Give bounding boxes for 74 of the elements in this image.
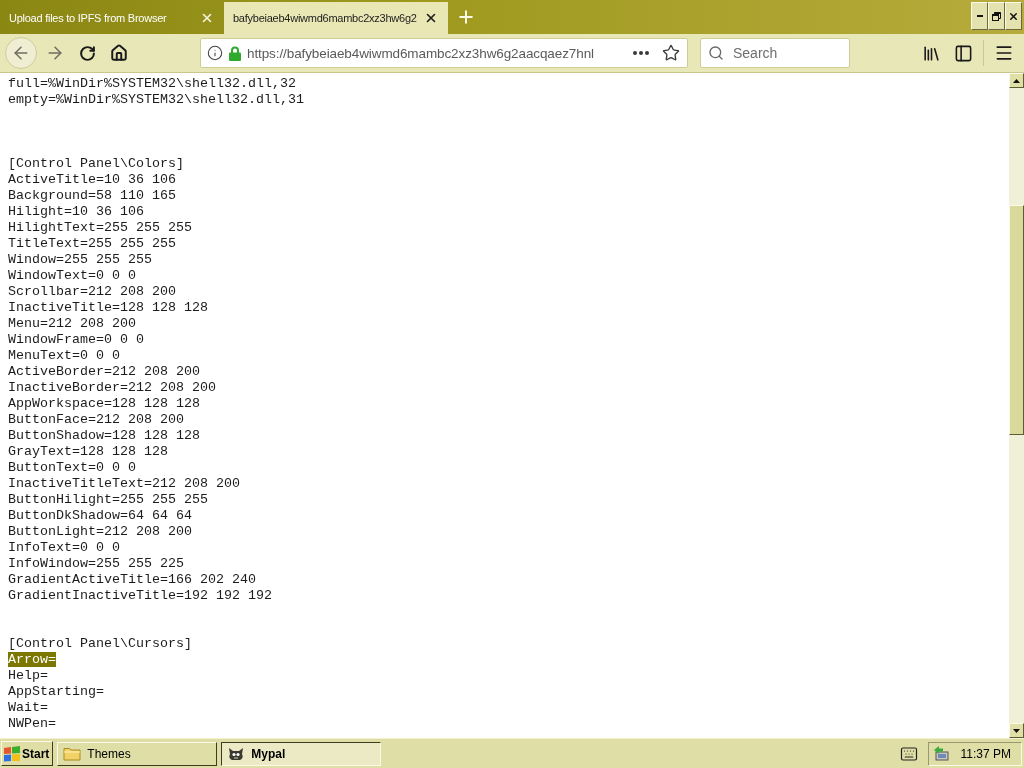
text-line: [Control Panel\Colors]	[8, 156, 184, 171]
text-line: ButtonText=0 0 0	[8, 460, 136, 475]
star-icon	[662, 44, 680, 62]
sidebar-icon	[953, 43, 973, 63]
text-line: empty=%WinDir%SYSTEM32\shell32.dll,31	[8, 92, 304, 107]
close-icon	[200, 11, 214, 25]
text-line: GradientActiveTitle=166 202 240	[8, 572, 256, 587]
text-line: MenuText=0 0 0	[8, 348, 120, 363]
url-text[interactable]: https://bafybeiaeb4wiwmd6mambc2xz3hw6g2aacqaez7hnl	[247, 45, 623, 61]
minimize-icon	[976, 15, 983, 17]
text-line: InactiveTitle=128 128 128	[8, 300, 208, 315]
text-line: ButtonLight=212 208 200	[8, 524, 192, 539]
info-icon[interactable]	[207, 45, 223, 61]
text-line: [Control Panel\Cursors]	[8, 636, 192, 651]
text-line: InactiveTitleText=212 208 200	[8, 476, 240, 491]
reload-icon	[78, 44, 96, 62]
text-line: HilightText=255 255 255	[8, 220, 192, 235]
close-button[interactable]	[1005, 2, 1022, 30]
text-line: WindowFrame=0 0 0	[8, 332, 144, 347]
windows-flag-icon	[4, 745, 20, 762]
text-line: AppWorkspace=128 128 128	[8, 396, 200, 411]
scrollbar-thumb[interactable]	[1009, 205, 1024, 435]
browser-tab[interactable]: Upload files to IPFS from Browser	[0, 2, 224, 34]
text-line: Scrollbar=212 208 200	[8, 284, 176, 299]
text-line: Window=255 255 255	[8, 252, 152, 267]
text-line: TitleText=255 255 255	[8, 236, 176, 251]
scroll-down-button[interactable]	[1009, 723, 1024, 738]
home-icon	[110, 44, 128, 62]
close-icon	[1008, 10, 1019, 22]
text-line: NWPen=	[8, 716, 56, 731]
text-line: Menu=212 208 200	[8, 316, 136, 331]
search-field[interactable]: Search	[700, 38, 850, 68]
back-button[interactable]	[5, 37, 37, 69]
minimize-button[interactable]	[971, 2, 988, 30]
browser-tab[interactable]: bafybeiaeb4wiwmd6mambc2xz3hw6g2	[224, 2, 448, 34]
text-line: WindowText=0 0 0	[8, 268, 136, 283]
folder-icon	[63, 746, 82, 761]
clock-text[interactable]: 11:37 PM	[960, 746, 1011, 761]
lock-icon	[229, 45, 241, 61]
text-line: GrayText=128 128 128	[8, 444, 168, 459]
text-line: InactiveBorder=212 208 200	[8, 380, 216, 395]
creature-icon	[227, 745, 246, 762]
menu-icon	[994, 43, 1014, 63]
text-line: ButtonShadow=128 128 128	[8, 428, 200, 443]
scroll-up-button[interactable]	[1009, 73, 1024, 88]
text-line: ButtonFace=212 208 200	[8, 412, 184, 427]
text-line: ButtonHilight=255 255 255	[8, 492, 208, 507]
address-bar[interactable]: https://bafybeiaeb4wiwmd6mambc2xz3hw6g2aacqaez7hnl	[200, 38, 688, 68]
text-line: GradientInactiveTitle=192 192 192	[8, 588, 272, 603]
text-line: full=%WinDir%SYSTEM32\shell32.dll,32	[8, 76, 296, 91]
library-icon	[921, 43, 941, 63]
search-icon	[708, 45, 724, 61]
restore-icon	[992, 11, 1001, 21]
text-line: InfoWindow=255 255 225	[8, 556, 184, 571]
text-line: Wait=	[8, 700, 48, 715]
text-line: AppStarting=	[8, 684, 104, 699]
text-line: ButtonDkShadow=64 64 64	[8, 508, 192, 523]
text-line: InfoText=0 0 0	[8, 540, 120, 555]
text-line: Hilight=10 36 106	[8, 204, 144, 219]
text-line: ActiveTitle=10 36 106	[8, 172, 176, 187]
text-line: ActiveBorder=212 208 200	[8, 364, 200, 379]
taskbar-button[interactable]: Themes	[57, 741, 218, 766]
caret-down-icon	[1013, 728, 1020, 733]
taskbar-button[interactable]: Mypal	[221, 741, 382, 766]
close-icon	[424, 11, 438, 25]
text-line: Background=58 110 165	[8, 188, 176, 203]
start-button[interactable]: Start	[1, 741, 54, 766]
more-icon	[633, 51, 649, 55]
plus-icon	[456, 7, 476, 27]
keyboard-icon[interactable]	[899, 744, 918, 763]
text-line: Help=	[8, 668, 48, 683]
caret-up-icon	[1013, 78, 1020, 83]
restore-button[interactable]	[988, 2, 1005, 30]
monitor-icon	[932, 745, 951, 762]
